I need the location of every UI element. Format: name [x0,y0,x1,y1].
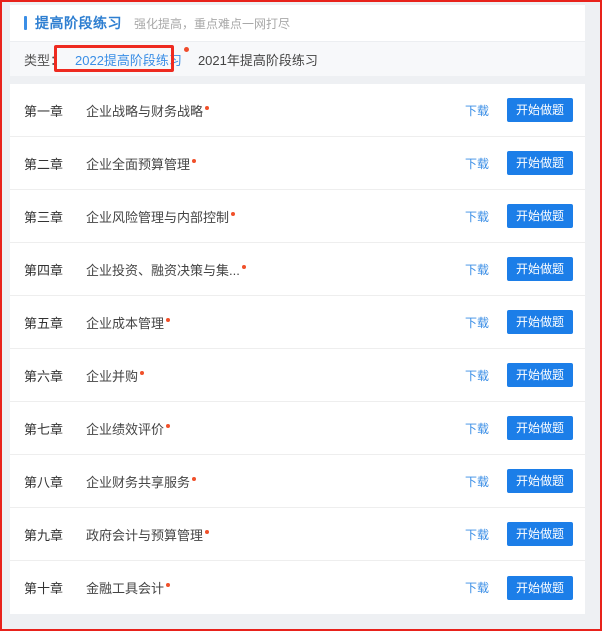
new-badge-dot-icon [231,211,236,216]
row-actions: 下载 开始做题 [465,469,573,493]
download-link[interactable]: 下载 [465,526,489,543]
chapter-name: 企业投资、融资决策与集... [86,262,240,278]
new-badge-dot-icon [140,370,145,375]
filter-label: 类型： [24,52,64,68]
row-actions: 下载 开始做题 [465,522,573,546]
row-actions: 下载 开始做题 [465,363,573,387]
chapter-name: 企业绩效评价 [86,421,165,437]
chapter-name: 企业成本管理 [86,315,165,331]
start-practice-button[interactable]: 开始做题 [506,204,573,228]
chapter-name-wrapper: 金融工具会计 [86,578,465,597]
chapter-row: 第八章 企业财务共享服务 下载 开始做题 [10,455,585,508]
chapter-index: 第七章 [24,421,64,437]
new-badge-dot-icon [205,529,210,534]
chapter-name: 企业财务共享服务 [86,474,191,490]
chapter-name: 企业风险管理与内部控制 [86,209,230,225]
chapter-name: 企业全面预算管理 [86,156,191,172]
new-badge-dot-icon [241,264,246,269]
row-actions: 下载 开始做题 [465,416,573,440]
chapter-name: 企业战略与财务战略 [86,103,204,119]
page-title: 提高阶段练习 [35,15,122,31]
row-actions: 下载 开始做题 [465,310,573,334]
new-badge-dot-icon [166,317,171,322]
tab-list: 2022提高阶段练习 2021年提高阶段练习 [67,46,326,72]
title-accent-bar [24,16,27,30]
chapter-name-wrapper: 政府会计与预算管理 [86,525,465,544]
download-link[interactable]: 下载 [465,314,489,331]
chapter-name-wrapper: 企业战略与财务战略 [86,101,465,120]
chapter-row: 第五章 企业成本管理 下载 开始做题 [10,296,585,349]
chapter-name: 企业并购 [86,368,139,384]
chapter-index: 第八章 [24,474,64,490]
download-link[interactable]: 下载 [465,473,489,490]
chapter-index: 第九章 [24,527,64,543]
chapter-row: 第三章 企业风险管理与内部控制 下载 开始做题 [10,190,585,243]
chapter-index: 第二章 [24,156,64,172]
page-root: 提高阶段练习 强化提高，重点难点一网打尽 类型： 2022提高阶段练习 2021年… [2,2,600,629]
new-badge-dot-icon [166,423,171,428]
new-badge-dot-icon [205,105,210,110]
download-link[interactable]: 下载 [465,420,489,437]
start-practice-button[interactable]: 开始做题 [506,98,573,122]
chapter-row: 第九章 政府会计与预算管理 下载 开始做题 [10,508,585,561]
download-link[interactable]: 下载 [465,367,489,384]
new-badge-dot-icon [192,158,197,163]
chapter-row: 第二章 企业全面预算管理 下载 开始做题 [10,137,585,190]
row-actions: 下载 开始做题 [465,257,573,281]
chapter-name-wrapper: 企业成本管理 [86,313,465,332]
download-link[interactable]: 下载 [465,579,489,596]
chapter-list: 第一章 企业战略与财务战略 下载 开始做题 第二章 企业全面预算管理 下载 开始做题 第三章 企业… [10,84,585,614]
start-practice-button[interactable]: 开始做题 [506,151,573,175]
download-link[interactable]: 下载 [465,208,489,225]
chapter-index: 第十章 [24,581,64,596]
chapter-name-wrapper: 企业投资、融资决策与集... [86,260,465,279]
tab-label: 2021年提高阶段练习 [197,52,318,68]
chapter-index: 第三章 [24,209,64,225]
page-subtitle: 强化提高，重点难点一网打尽 [134,16,291,31]
start-practice-button[interactable]: 开始做题 [506,363,573,387]
start-practice-button[interactable]: 开始做题 [506,575,573,600]
download-link[interactable]: 下载 [465,261,489,278]
start-practice-button[interactable]: 开始做题 [506,522,573,546]
start-practice-button[interactable]: 开始做题 [506,310,573,334]
start-practice-button[interactable]: 开始做题 [506,416,573,440]
chapter-name: 金融工具会计 [86,581,165,596]
download-link[interactable]: 下载 [465,155,489,172]
tab-1[interactable]: 2022提高阶段练习 [67,46,190,72]
chapter-index: 第六章 [24,368,64,384]
chapter-name-wrapper: 企业全面预算管理 [86,154,465,173]
filter-bar: 类型： 2022提高阶段练习 2021年提高阶段练习 [10,41,585,76]
download-link[interactable]: 下载 [465,102,489,119]
page-header: 提高阶段练习 强化提高，重点难点一网打尽 [10,5,585,41]
chapter-index: 第一章 [24,103,64,119]
start-practice-button[interactable]: 开始做题 [506,469,573,493]
chapter-row: 第七章 企业绩效评价 下载 开始做题 [10,402,585,455]
chapter-name: 政府会计与预算管理 [86,527,204,543]
chapter-name-wrapper: 企业并购 [86,366,465,385]
chapter-name-wrapper: 企业绩效评价 [86,419,465,438]
start-practice-button[interactable]: 开始做题 [506,257,573,281]
chapter-index: 第五章 [24,315,64,331]
chapter-name-wrapper: 企业财务共享服务 [86,472,465,491]
chapter-row: 第十章 金融工具会计 下载 开始做题 [10,561,585,614]
chapter-row: 第六章 企业并购 下载 开始做题 [10,349,585,402]
new-badge-dot-icon [192,476,197,481]
new-badge-dot-icon [166,583,171,587]
chapter-row: 第一章 企业战略与财务战略 下载 开始做题 [10,84,585,137]
tab-2[interactable]: 2021年提高阶段练习 [190,47,326,72]
tab-label: 2022提高阶段练习 [75,52,182,68]
chapter-index: 第四章 [24,262,64,278]
row-actions: 下载 开始做题 [465,98,573,122]
row-actions: 下载 开始做题 [465,575,573,600]
row-actions: 下载 开始做题 [465,204,573,228]
chapter-name-wrapper: 企业风险管理与内部控制 [86,207,465,226]
row-actions: 下载 开始做题 [465,151,573,175]
chapter-row: 第四章 企业投资、融资决策与集... 下载 开始做题 [10,243,585,296]
tab-badge-dot-icon [183,46,189,52]
